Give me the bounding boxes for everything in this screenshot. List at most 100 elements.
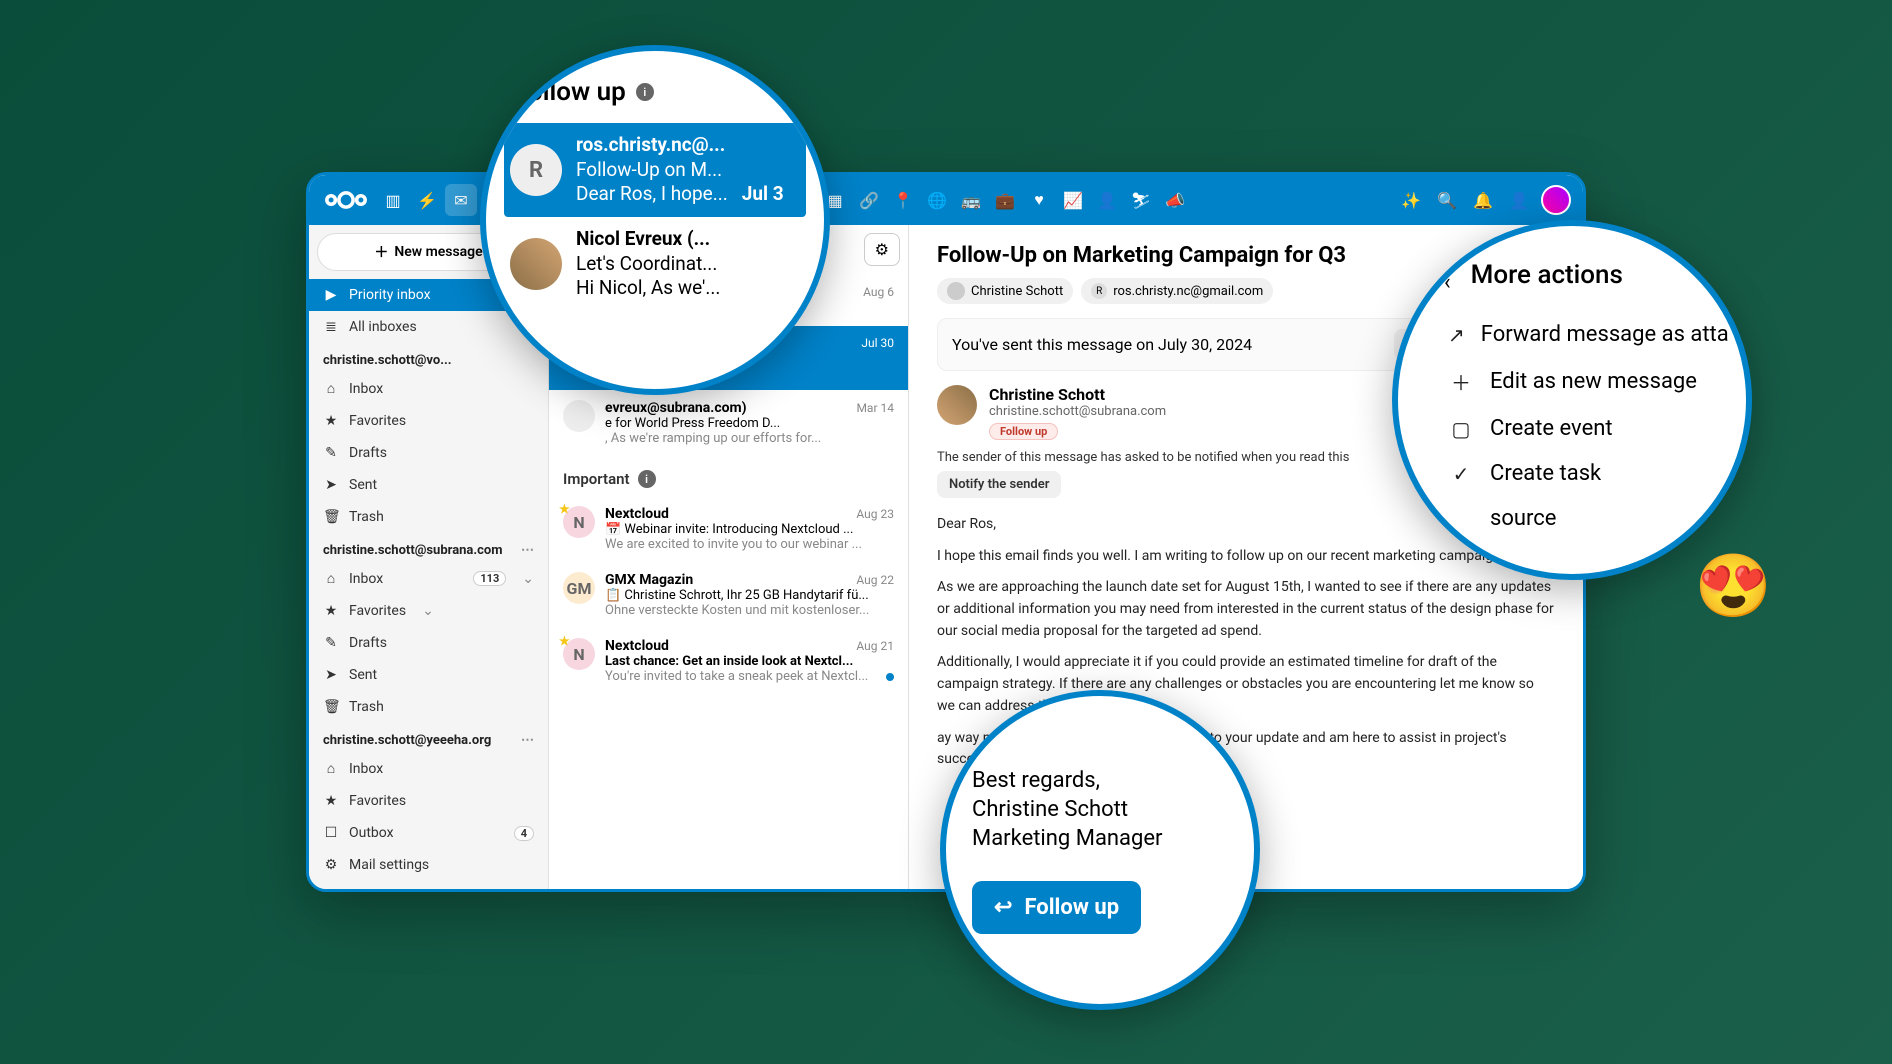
notify-sender-button[interactable]: Notify the sender — [937, 471, 1061, 498]
person-icon[interactable]: 👤 — [1091, 184, 1123, 216]
account-header[interactable]: christine.schott@subrana.com⋯ — [309, 533, 548, 562]
signature-line: Best regards, — [972, 768, 1228, 793]
recipient-chip[interactable]: Rros.christy.nc@gmail.com — [1081, 278, 1273, 304]
followup-button[interactable]: ↩ Follow up — [972, 881, 1141, 934]
menu-item-create-event[interactable]: ▢Create event — [1444, 406, 1728, 451]
menu-item-create-task[interactable]: ✓Create task — [1444, 451, 1728, 496]
folder-icon: ≣ — [323, 319, 339, 335]
message-item[interactable]: ★N NextcloudAug 23 📅 Webinar invite: Int… — [549, 496, 908, 562]
followup-badge: Follow up — [989, 423, 1058, 440]
message-date: Aug 23 — [856, 507, 894, 521]
message-subject: Let's Coordinat... — [576, 252, 720, 277]
sender-name: Christine Schott — [989, 385, 1166, 404]
sidebar-item-label: Inbox — [349, 571, 383, 587]
bolt-icon[interactable]: ⚡ — [411, 184, 443, 216]
star-icon: ★ — [559, 634, 570, 648]
columns-icon[interactable]: ▥ — [377, 184, 409, 216]
briefcase-icon[interactable]: 💼 — [989, 184, 1021, 216]
message-item[interactable]: Nicol Evreux (... Let's Coordinat... Hi … — [504, 217, 806, 311]
link-icon[interactable]: 🔗 — [853, 184, 885, 216]
menu-item-forward-message-as-atta[interactable]: ↗Forward message as atta — [1444, 312, 1728, 357]
sender-avatar — [937, 385, 977, 425]
info-icon[interactable]: i — [638, 470, 656, 488]
chip-label: ros.christy.nc@gmail.com — [1113, 284, 1263, 299]
message-from: ros.christy.nc@... — [576, 133, 784, 158]
sidebar-item-label: Favorites — [349, 793, 406, 809]
folder-icon: ★ — [323, 413, 339, 429]
sidebar-item-favorites[interactable]: ★Favorites⌄ — [309, 595, 548, 627]
sidebar-item-label: Priority inbox — [349, 287, 431, 303]
menu-item-label: source — [1490, 506, 1556, 531]
star-icon: ★ — [559, 502, 570, 516]
folder-icon: 🗑 — [323, 699, 339, 715]
folder-icon: ➤ — [323, 667, 339, 683]
sidebar-item-label: Favorites — [349, 603, 406, 619]
message-subject: 📋 Christine Schrott, Ihr 25 GB Handytari… — [605, 588, 894, 603]
message-preview: Hi Nicol, As we'... — [576, 276, 720, 301]
list-filter-button[interactable]: ⚙ — [864, 233, 900, 266]
bell-icon[interactable]: 🔔 — [1467, 184, 1499, 216]
more-actions-title: More actions — [1471, 260, 1623, 290]
message-preview: We are excited to invite you to our webi… — [605, 537, 862, 552]
chevron-left-icon[interactable]: ‹ — [1444, 270, 1451, 295]
folder-icon: ✎ — [323, 445, 339, 461]
message-from: Nextcloud — [605, 638, 669, 654]
account-header[interactable]: christine.schott@vo... — [309, 343, 548, 372]
sidebar-item-label: Outbox — [349, 825, 394, 841]
activity-icon[interactable]: 📈 — [1057, 184, 1089, 216]
info-icon[interactable]: i — [636, 83, 654, 101]
pin-icon[interactable]: 📍 — [887, 184, 919, 216]
recipient-chip[interactable]: Christine Schott — [937, 278, 1073, 304]
sidebar-item-trash[interactable]: 🗑Trash — [309, 501, 548, 533]
sent-info-text: You've sent this message on July 30, 202… — [952, 335, 1252, 354]
chevron-down-icon[interactable]: ⌄ — [422, 603, 434, 619]
sidebar-item-mail-settings[interactable]: ⚙Mail settings — [309, 849, 548, 881]
plus-icon: ＋ — [374, 242, 388, 262]
menu-item-label: Edit as new message — [1490, 369, 1697, 394]
heart-icon[interactable]: ♥ — [1023, 184, 1055, 216]
sidebar-item-favorites[interactable]: ★Favorites — [309, 785, 548, 817]
globe-icon[interactable]: 🌐 — [921, 184, 953, 216]
message-from: Nextcloud — [605, 506, 669, 522]
megaphone-icon[interactable]: 📣 — [1159, 184, 1191, 216]
message-item[interactable]: ★N NextcloudAug 21 Last chance: Get an i… — [549, 628, 908, 694]
ski-icon[interactable]: ⛷ — [1125, 184, 1157, 216]
nextcloud-logo[interactable] — [321, 189, 371, 211]
message-date: Aug 22 — [856, 573, 894, 587]
sparkle-icon[interactable]: ✨ — [1395, 184, 1427, 216]
account-header[interactable]: christine.schott@yeeeha.org⋯ — [309, 723, 548, 752]
followup-button-label: Follow up — [1024, 895, 1119, 920]
contacts-icon[interactable]: 👤 — [1503, 184, 1535, 216]
menu-item-edit-as-new-message[interactable]: ＋Edit as new message — [1444, 357, 1728, 406]
reply-icon: ↩ — [994, 895, 1012, 920]
message-item[interactable]: evreux@subrana.com)Mar 14 e for World Pr… — [549, 390, 908, 456]
sidebar-item-trash[interactable]: 🗑Trash — [309, 691, 548, 723]
sidebar-item-outbox[interactable]: ☐Outbox4 — [309, 817, 548, 849]
sidebar-item-inbox[interactable]: ⌂Inbox — [309, 752, 548, 785]
sidebar-item-drafts[interactable]: ✎Drafts — [309, 437, 548, 469]
sidebar-item-label: Drafts — [349, 635, 387, 651]
menu-item-source[interactable]: source — [1444, 496, 1728, 541]
more-icon[interactable]: ⋯ — [521, 733, 534, 748]
user-avatar[interactable] — [1541, 185, 1571, 215]
menu-icon: ✓ — [1448, 462, 1474, 486]
mail-icon[interactable]: ✉ — [445, 184, 477, 216]
sidebar-item-drafts[interactable]: ✎ Drafts — [309, 627, 548, 659]
message-item[interactable]: R ros.christy.nc@... Follow-Up on M... D… — [504, 123, 806, 217]
sidebar-item-inbox[interactable]: ⌂Inbox113⌄ — [309, 562, 548, 595]
sidebar-item-label: Mail settings — [349, 857, 429, 873]
message-subject: Follow-Up on M... — [576, 158, 784, 183]
sidebar-item-label: All inboxes — [349, 319, 417, 335]
more-icon[interactable]: ⋯ — [521, 543, 534, 558]
sidebar-item-sent[interactable]: ➤Sent — [309, 469, 548, 501]
sidebar-item-favorites[interactable]: ★Favorites — [309, 405, 548, 437]
sidebar-item-sent[interactable]: ➤Sent — [309, 659, 548, 691]
message-item[interactable]: GM GMX MagazinAug 22 📋 Christine Schrott… — [549, 562, 908, 628]
folder-icon: ✎ — [323, 635, 339, 651]
magnify-more-menu: ‹ More actions ↗Forward message as atta＋… — [1392, 220, 1752, 580]
sidebar-item-inbox[interactable]: ⌂Inbox — [309, 372, 548, 405]
chevron-down-icon[interactable]: ⌄ — [522, 571, 534, 587]
bus-icon[interactable]: 🚌 — [955, 184, 987, 216]
message-from: Nicol Evreux (... — [576, 227, 720, 252]
search-icon[interactable]: 🔍 — [1431, 184, 1463, 216]
